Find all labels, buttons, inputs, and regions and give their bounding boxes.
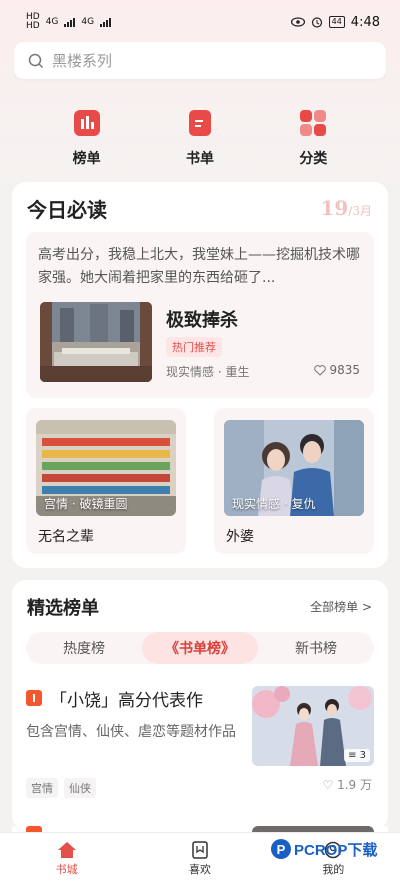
book-excerpt: 高考出分，我稳上北大，我堂妹上——挖掘机技术哪家强。她大闹着把家里的东西给砸了.…	[38, 247, 360, 286]
ranking-tabs: 热度榜 《 书单榜 》 新书榜	[26, 632, 374, 664]
booklist-icon	[188, 110, 211, 136]
tab-hot[interactable]: 热度榜	[26, 632, 142, 664]
watermark-logo: P PCROP下载	[270, 838, 377, 860]
book-title: 极致捧杀	[166, 310, 238, 331]
eye-icon	[290, 17, 305, 27]
pc-logo-icon: P	[271, 839, 291, 859]
quick-nav-ranking[interactable]: 榜单	[47, 108, 127, 172]
hot-tag: 热门推荐	[166, 337, 222, 357]
category-grid-icon	[300, 110, 327, 136]
list-cover: ≡ 3	[252, 686, 374, 766]
section-title: 今日必读	[27, 198, 107, 222]
date-month: /3月	[348, 204, 372, 218]
date-day: 19	[320, 196, 349, 220]
like-count: ♡ 1.9 万	[322, 778, 372, 792]
watermark-text: PCROP下载	[294, 841, 378, 859]
quick-nav-booklist[interactable]: 书单	[160, 108, 240, 172]
network-status: HD HD 4G 4G	[26, 13, 112, 31]
list-description: 包含宫情、仙侠、虐恋等题材作品	[26, 724, 236, 740]
tab-label: 书城	[55, 862, 78, 876]
genre-chip: 宫情	[26, 778, 58, 798]
list-badge-icon	[26, 690, 42, 706]
tab-label: 我的	[322, 862, 345, 876]
list-title: 「小饶」高分代表作	[50, 691, 203, 711]
tab-favorites[interactable]: 喜欢	[133, 833, 266, 884]
quick-nav: 榜单 书单 分类	[0, 108, 400, 172]
search-bar[interactable]: 黑楼系列	[14, 42, 386, 79]
heart-icon	[314, 364, 327, 376]
list-chips: 宫情 仙侠	[26, 778, 96, 798]
like-value: 9835	[329, 363, 360, 377]
book-card[interactable]: 宫情 · 破镜重圆 无名之辈	[26, 408, 186, 554]
network-type-2: HD	[26, 21, 40, 31]
featured-book[interactable]: 高考出分，我稳上北大，我堂妹上——挖掘机技术哪家强。她大闹着把家里的东西给砸了.…	[26, 232, 374, 398]
tab-home[interactable]: 书城	[0, 833, 133, 884]
alarm-icon	[311, 17, 322, 28]
network-type: HD HD	[26, 13, 40, 31]
book-tag: 现实情感 · 复仇	[232, 497, 316, 511]
daily-read-card: 今日必读 19/3月 高考出分，我稳上北大，我堂妹上——挖掘机技术哪家强。她大闹…	[12, 182, 388, 568]
logo-letter: P	[277, 842, 286, 857]
all-rankings-link[interactable]: 全部榜单 >	[310, 598, 372, 615]
genre-chip: 仙侠	[64, 778, 96, 798]
chart-bars-icon	[73, 110, 100, 136]
book-cover: 宫情 · 破镜重圆	[36, 420, 176, 516]
battery-icon: 44	[328, 16, 345, 28]
like-value: 1.9 万	[337, 778, 372, 792]
tab-label: 喜欢	[188, 862, 211, 876]
search-placeholder: 黑楼系列	[52, 52, 113, 70]
book-genre: 现实情感 · 重生	[166, 365, 250, 379]
signal-type-2: 4G	[81, 17, 95, 27]
tab-new[interactable]: 新书榜	[258, 632, 374, 664]
book-tag: 宫情 · 破镜重圆	[44, 497, 128, 511]
search-icon	[28, 53, 44, 68]
quick-nav-label: 榜单	[72, 151, 101, 167]
cover-count: ≡ 3	[344, 749, 370, 762]
book-cover: 现实情感 · 复仇	[224, 420, 364, 516]
ranking-card: 精选榜单 全部榜单 > 热度榜 《 书单榜 》 新书榜 「小饶」高分代表作 包含…	[12, 580, 388, 830]
like-count: 9835	[314, 363, 360, 377]
signal-icon	[64, 17, 76, 27]
signal-type-1: 4G	[45, 17, 59, 27]
status-bar: HD HD 4G 4G 44 4:48	[0, 0, 400, 44]
signal-icon	[100, 17, 112, 27]
quick-nav-label: 分类	[299, 151, 328, 167]
quick-nav-label: 书单	[185, 151, 214, 167]
book-card[interactable]: 现实情感 · 复仇 外婆	[214, 408, 374, 554]
book-cover	[40, 302, 152, 382]
home-icon	[57, 841, 76, 858]
quick-nav-category[interactable]: 分类	[273, 108, 353, 172]
system-status: 44 4:48	[290, 14, 380, 30]
daily-date: 19/3月	[320, 196, 372, 220]
book-title: 外婆	[226, 529, 254, 545]
book-title: 无名之辈	[38, 529, 94, 545]
clock: 4:48	[350, 14, 380, 30]
tab-booklist[interactable]: 《 书单榜 》	[142, 632, 258, 664]
section-title: 精选榜单	[27, 598, 99, 619]
cover-count-value: 3	[359, 750, 366, 761]
tab-label: 书单榜	[179, 641, 221, 657]
bookmark-icon	[192, 840, 208, 859]
